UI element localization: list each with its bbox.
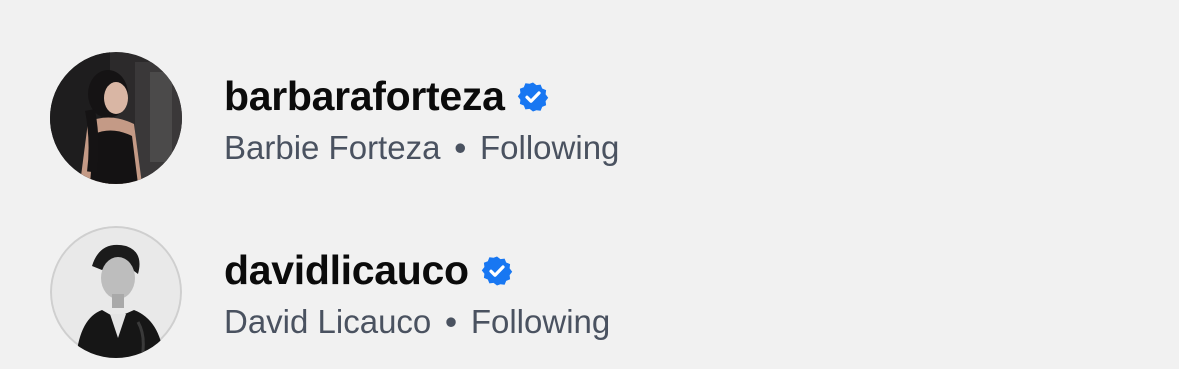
relationship-status: Following [480,129,620,166]
subtitle: Barbie Forteza • Following [224,128,619,168]
separator: • [454,129,466,166]
avatar[interactable] [50,226,182,358]
following-list: barbaraforteza Barbie Forteza • Following [0,0,1179,369]
subtitle: David Licauco • Following [224,302,610,342]
account-row[interactable]: barbaraforteza Barbie Forteza • Following [0,32,1179,202]
account-info: davidlicauco David Licauco • Following [224,246,610,342]
username[interactable]: davidlicauco [224,246,469,294]
avatar[interactable] [50,52,182,184]
account-row[interactable]: davidlicauco David Licauco • Following [0,206,1179,369]
display-name: Barbie Forteza [224,129,441,166]
verified-badge-icon [517,81,549,113]
display-name: David Licauco [224,303,432,340]
account-info: barbaraforteza Barbie Forteza • Following [224,72,619,168]
separator: • [445,303,457,340]
verified-badge-icon [481,255,513,287]
username[interactable]: barbaraforteza [224,72,505,120]
relationship-status: Following [470,303,611,340]
